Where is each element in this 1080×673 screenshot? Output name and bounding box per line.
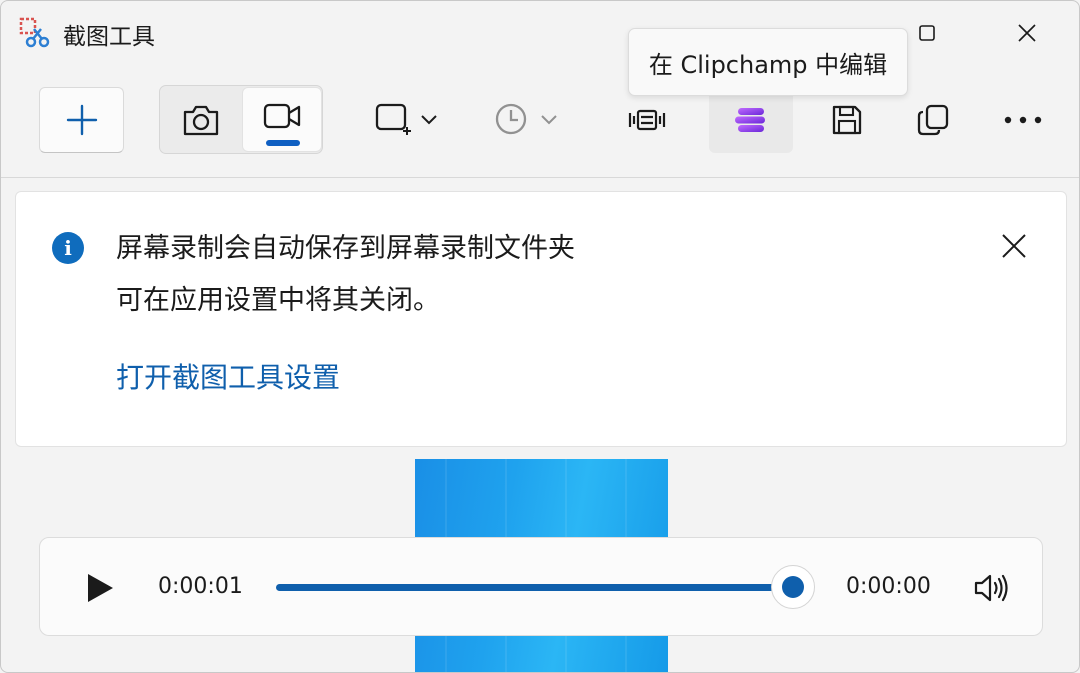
current-time: 0:00:01 bbox=[158, 574, 243, 599]
video-camera-icon bbox=[263, 103, 301, 128]
toolbar-divider bbox=[1, 177, 1079, 178]
info-message: 可在应用设置中将其关闭。 bbox=[116, 285, 440, 316]
new-capture-button[interactable] bbox=[39, 87, 124, 153]
delay-timer-dropdown[interactable] bbox=[481, 87, 571, 151]
seek-thumb-dot bbox=[782, 576, 804, 598]
info-icon: i bbox=[52, 232, 84, 264]
snipping-tool-window: 截图工具 在 Clipchamp 中编辑 i 屏幕录制会自动保存到屏幕录制文件夹… bbox=[0, 0, 1080, 673]
text-actions-button[interactable] bbox=[605, 87, 689, 153]
info-title: 屏幕录制会自动保存到屏幕录制文件夹 bbox=[116, 233, 575, 264]
open-settings-link[interactable]: 打开截图工具设置 bbox=[116, 356, 340, 396]
plus-icon bbox=[66, 104, 97, 136]
snipping-tool-app-icon bbox=[19, 17, 51, 49]
close-window-button[interactable] bbox=[997, 9, 1057, 57]
save-button[interactable] bbox=[805, 87, 889, 153]
camera-icon bbox=[183, 105, 219, 135]
more-icon bbox=[1004, 116, 1042, 124]
record-mode-button[interactable] bbox=[242, 87, 322, 152]
close-icon bbox=[1002, 234, 1026, 258]
info-bar: i 屏幕录制会自动保存到屏幕录制文件夹 可在应用设置中将其关闭。 打开截图工具设… bbox=[15, 191, 1067, 447]
edit-in-clipchamp-button[interactable] bbox=[709, 87, 793, 153]
rectangle-snip-icon bbox=[375, 103, 411, 135]
selected-mode-indicator bbox=[266, 140, 300, 146]
chevron-down-icon bbox=[421, 115, 437, 125]
snip-shape-dropdown[interactable] bbox=[361, 87, 451, 151]
volume-icon bbox=[974, 574, 1008, 602]
chevron-down-icon bbox=[541, 115, 557, 125]
total-time: 0:00:00 bbox=[846, 574, 931, 599]
snip-mode-button[interactable] bbox=[161, 87, 241, 152]
clipchamp-icon bbox=[735, 108, 765, 132]
more-options-button[interactable] bbox=[981, 87, 1065, 153]
copy-button[interactable] bbox=[891, 87, 975, 153]
copy-icon bbox=[917, 104, 949, 136]
seek-bar[interactable] bbox=[276, 584, 794, 591]
title-bar: 截图工具 bbox=[1, 1, 1079, 65]
maximize-icon bbox=[919, 25, 935, 41]
close-icon bbox=[1018, 24, 1036, 42]
save-icon bbox=[832, 105, 862, 135]
text-actions-icon bbox=[628, 109, 666, 131]
play-button[interactable] bbox=[80, 566, 120, 610]
seek-thumb[interactable] bbox=[771, 565, 815, 609]
volume-button[interactable] bbox=[970, 568, 1014, 608]
play-icon bbox=[88, 574, 113, 602]
clipchamp-tooltip: 在 Clipchamp 中编辑 bbox=[628, 28, 908, 96]
clock-icon bbox=[495, 103, 527, 135]
window-title: 截图工具 bbox=[63, 24, 155, 50]
dismiss-info-button[interactable] bbox=[994, 226, 1034, 266]
video-player-controls: 0:00:01 0:00:00 bbox=[39, 537, 1043, 636]
